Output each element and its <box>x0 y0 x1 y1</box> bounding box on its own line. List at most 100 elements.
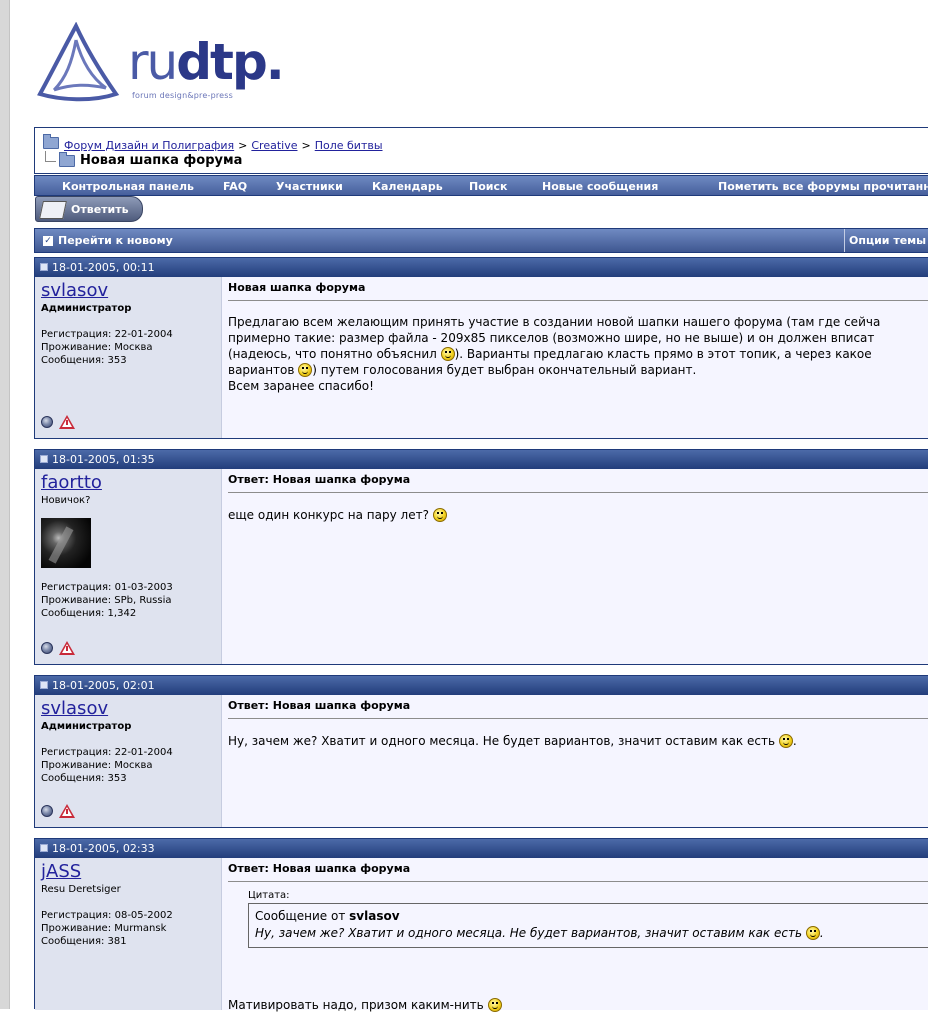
nav-calendar[interactable]: Календарь <box>372 180 443 193</box>
offline-status-icon[interactable] <box>41 416 53 428</box>
post-line: Предлагаю всем желающим принять участие … <box>228 315 881 329</box>
quote-text: Ну, зачем же? Хватит и одного месяца. Не… <box>255 926 824 940</box>
reply-paper-icon <box>39 201 67 219</box>
user-post-count: Сообщения: 353 <box>41 355 127 366</box>
nav-search[interactable]: Поиск <box>469 180 507 193</box>
site-logo[interactable]: rudtp. forum design&pre-press <box>32 22 285 112</box>
post-header: 18-01-2005, 00:11 <box>35 258 928 277</box>
post-username[interactable]: svlasov <box>41 280 221 301</box>
post-author-panel: faortto Новичок? Регистрация: 01-03-2003… <box>35 469 222 664</box>
post-content: Ответ: Новая шапка форума Ну, зачем же? … <box>222 695 928 827</box>
quote-author: svlasov <box>349 909 400 923</box>
user-info: Регистрация: 22-01-2004 Проживание: Моск… <box>41 746 221 785</box>
breadcrumb: Форум Дизайн и Полиграфия > Creative > Поле … <box>34 127 928 174</box>
post-date: 18-01-2005, 00:11 <box>52 261 155 274</box>
user-location: Проживание: Murmansk <box>41 923 167 934</box>
goto-new-post-link[interactable]: ✓ Перейти к новому <box>43 234 173 247</box>
post-line: примерно такие: размер файла - 209x85 пи… <box>228 331 875 345</box>
user-info: Регистрация: 22-01-2004 Проживание: Моск… <box>41 328 221 367</box>
post-message: Мативировать надо, призом каким-нить <box>228 997 502 1013</box>
breadcrumb-trail: Форум Дизайн и Полиграфия > Creative > Поле … <box>43 134 383 152</box>
offline-status-icon[interactable] <box>41 642 53 654</box>
breadcrumb-link-battlefield[interactable]: Поле битвы <box>315 139 383 152</box>
post-title: Новая шапка форума <box>228 281 366 294</box>
post-icon <box>40 263 48 271</box>
breadcrumb-separator: > <box>238 139 248 152</box>
thread-toolbar: ✓ Перейти к новому Опции темы <box>34 228 928 253</box>
report-warning-icon[interactable] <box>59 804 75 818</box>
post: 18-01-2005, 01:35 faortto Новичок? Регис… <box>34 449 928 665</box>
post-author-panel: jASS Resu Deretsiger Регистрация: 08-05-… <box>35 858 222 1010</box>
nav-new-posts[interactable]: Новые сообщения <box>542 180 658 193</box>
reply-button[interactable]: Ответить <box>35 196 143 222</box>
user-location: Проживание: Москва <box>41 760 153 771</box>
smiley-icon <box>440 347 455 361</box>
report-warning-icon[interactable] <box>59 641 75 655</box>
folder-icon <box>43 134 59 149</box>
post-title: Ответ: Новая шапка форума <box>228 473 411 486</box>
post-username[interactable]: jASS <box>41 861 221 882</box>
user-title: Администратор <box>41 721 132 732</box>
post-icon <box>40 844 48 852</box>
post-icon <box>40 681 48 689</box>
post: 18-01-2005, 02:01 svlasov Администратор … <box>34 675 928 828</box>
nav-mark-forums-read[interactable]: Пометить все форумы прочитанными <box>718 180 928 193</box>
user-title: Новичок? <box>41 495 91 506</box>
post-date: 18-01-2005, 02:01 <box>52 679 155 692</box>
post-username[interactable]: faortto <box>41 472 221 493</box>
user-registration: Регистрация: 22-01-2004 <box>41 747 173 758</box>
breadcrumb-link-forum[interactable]: Форум Дизайн и Полиграфия <box>64 139 234 152</box>
smiley-icon <box>487 998 502 1012</box>
smiley-icon <box>298 363 313 377</box>
post-content: Ответ: Новая шапка форума Цитата: Сообще… <box>222 858 928 1013</box>
thread-options-menu[interactable]: Опции темы <box>849 234 926 247</box>
nav-members[interactable]: Участники <box>276 180 343 193</box>
post-message: еще один конкурс на пару лет? <box>228 507 447 523</box>
post-date: 18-01-2005, 02:33 <box>52 842 155 855</box>
user-status-icons <box>41 415 75 429</box>
post-line: Всем заранее спасибо! <box>228 379 374 393</box>
post-icon <box>40 455 48 463</box>
toolbar-divider <box>844 229 845 252</box>
nav-faq[interactable]: FAQ <box>223 180 247 193</box>
smiley-icon <box>805 926 820 940</box>
user-post-count: Сообщения: 353 <box>41 773 127 784</box>
user-title: Администратор <box>41 303 132 314</box>
quote-box: Сообщение от svlasov Ну, зачем же? Хвати… <box>248 903 928 948</box>
avatar[interactable] <box>41 518 91 568</box>
breadcrumb-current: Новая шапка форума <box>43 151 243 168</box>
user-status-icons <box>41 804 75 818</box>
breadcrumb-link-creative[interactable]: Creative <box>251 139 297 152</box>
offline-status-icon[interactable] <box>41 805 53 817</box>
logo-subtitle: forum design&pre-press <box>132 91 234 100</box>
triquetra-logo-icon <box>37 22 120 102</box>
post-content: Ответ: Новая шапка форума еще один конку… <box>222 469 928 664</box>
breadcrumb-separator: > <box>301 139 311 152</box>
open-folder-icon <box>59 151 75 167</box>
logo-wordmark: rudtp. <box>128 33 285 91</box>
thread-title: Новая шапка форума <box>80 153 243 168</box>
post-username[interactable]: svlasov <box>41 698 221 719</box>
post-divider <box>228 881 928 882</box>
nav-control-panel[interactable]: Контрольная панель <box>62 180 194 193</box>
main-navbar: Контрольная панель FAQ Участники Календа… <box>34 175 928 196</box>
post-date: 18-01-2005, 01:35 <box>52 453 155 466</box>
post-divider <box>228 300 928 301</box>
post-message: Предлагаю всем желающим принять участие … <box>228 314 880 394</box>
post-line: вариантов ) путем голосования будет выбр… <box>228 363 697 377</box>
post-divider <box>228 718 928 719</box>
report-warning-icon[interactable] <box>59 415 75 429</box>
post-divider <box>228 492 928 493</box>
user-post-count: Сообщения: 381 <box>41 936 127 947</box>
post-title: Ответ: Новая шапка форума <box>228 699 411 712</box>
smiley-icon <box>778 734 793 748</box>
checkbox-arrow-icon: ✓ <box>43 235 53 246</box>
post-title: Ответ: Новая шапка форума <box>228 862 411 875</box>
user-title: Resu Deretsiger <box>41 884 121 895</box>
post-header: 18-01-2005, 02:01 <box>35 676 928 695</box>
quote-label: Цитата: <box>248 890 290 901</box>
post-message: Ну, зачем же? Хватит и одного месяца. Не… <box>228 734 797 748</box>
user-status-icons <box>41 641 75 655</box>
user-info: Регистрация: 01-03-2003 Проживание: SPb,… <box>41 581 221 620</box>
user-registration: Регистрация: 01-03-2003 <box>41 582 173 593</box>
